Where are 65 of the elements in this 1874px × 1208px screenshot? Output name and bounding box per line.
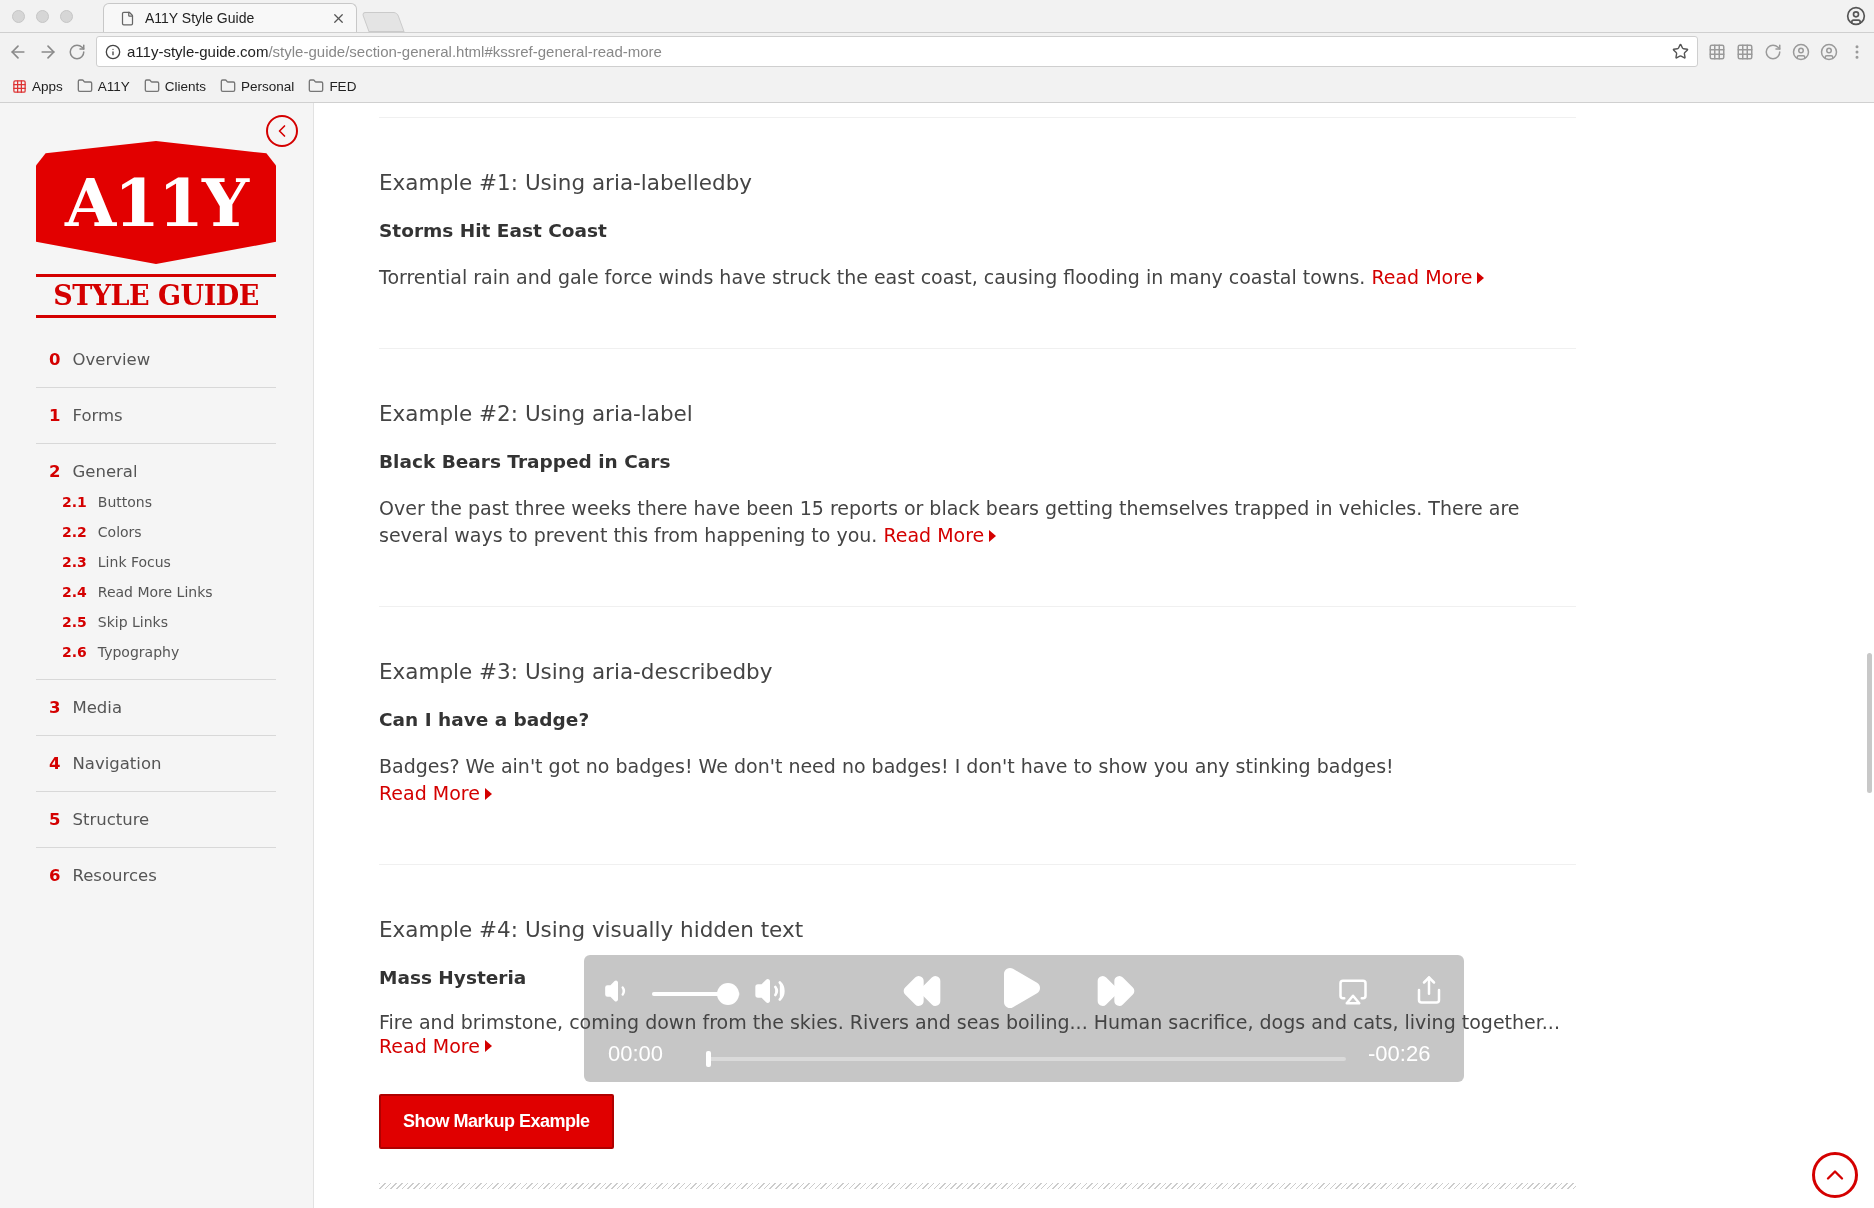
subnav-link[interactable]: 2.4 Read More Links (36, 577, 276, 607)
subnav-link[interactable]: 2.6 Typography (36, 637, 276, 667)
elapsed-time: 00:00 (608, 1040, 664, 1067)
caret-icon (989, 529, 997, 542)
example-heading: Example #2: Using aria-label (379, 399, 694, 428)
caret-icon (484, 787, 492, 800)
scrollbar-thumb[interactable] (1867, 653, 1872, 793)
caret-icon (1477, 271, 1485, 284)
nav-link[interactable]: 6 Resources (36, 860, 276, 891)
article-title: Can I have a badge? (379, 707, 590, 732)
bookmark-link[interactable]: A11Y (76, 78, 130, 94)
read-more-link[interactable]: Read More (1371, 264, 1485, 292)
nav-link[interactable]: 4 Navigation (36, 748, 276, 779)
example-heading: Example #3: Using aria-describedby (379, 657, 774, 686)
reload-icon[interactable] (68, 42, 86, 61)
nav-link[interactable]: 0 Overview (36, 344, 276, 375)
browser-tab[interactable]: A11Y Style Guide (103, 3, 357, 32)
subnav-link[interactable]: 2.1 Buttons (36, 487, 276, 517)
article-title: Storms Hit East Coast (379, 219, 607, 243)
example-heading: Example #1: Using aria-labelledby (379, 169, 754, 197)
info-icon[interactable] (105, 43, 121, 60)
article-text: Torrential rain and gale force winds have struck the east coast, causing flooding in many coastal towns. Read More (379, 264, 1485, 292)
window-minimize-light[interactable] (36, 9, 49, 23)
folder-icon (220, 78, 237, 94)
scroll-to-top-button[interactable] (1812, 1152, 1858, 1198)
new-tab-button[interactable] (361, 12, 405, 32)
show-markup-button[interactable]: Show Markup Example (379, 1094, 614, 1149)
url-text: a11y-style-guide.com/style-guide/section-general.html#kssref-general-read-more (127, 43, 663, 60)
read-more-link[interactable]: Read More (883, 522, 997, 550)
subnav-link[interactable]: 2.2 Colors (36, 517, 276, 547)
bookmark-star-icon[interactable] (1672, 43, 1689, 60)
nav-link[interactable]: 3 Media (36, 692, 276, 723)
apps-grid-icon (12, 78, 27, 94)
page-icon (120, 10, 135, 26)
article-title: Mass Hysteria (379, 965, 527, 990)
logo-badge: A11Y (36, 141, 276, 264)
bookmark-link[interactable]: Personal (220, 78, 295, 94)
bookmark-link[interactable]: Apps (12, 78, 63, 94)
logo-subtitle: STYLE GUIDE (36, 274, 276, 318)
address-bar[interactable]: a11y-style-guide.com/style-guide/section-general.html#kssref-general-read-more (96, 36, 1698, 67)
nav-link[interactable]: 1 Forms (36, 400, 276, 431)
article-text: Badges? We ain't got no badges! We don't need no badges! I don't have to show you any stinking badges! (379, 753, 1394, 779)
subnav-link[interactable]: 2.5 Skip Links (36, 607, 276, 637)
article-text: Fire and brimstone, coming down from the skies. Rivers and seas boiling... Human sacrifice, dogs and cats, living together... (379, 1010, 1560, 1033)
window-close-light[interactable] (12, 9, 25, 23)
example-heading: Example #4: Using visually hidden text (379, 915, 805, 944)
folder-icon (308, 78, 325, 94)
profile-icon[interactable] (1846, 6, 1866, 26)
folder-icon (143, 78, 160, 94)
read-more-link[interactable]: Read More (379, 1032, 492, 1060)
article-text: Over the past three weeks there have been 15 reports or black bears getting themselves trapped in vehicles. There are several ways to prevent this from happening to you. Read More (379, 494, 1576, 550)
volume-slider[interactable] (652, 982, 740, 1005)
nav-link[interactable]: 5 Structure (36, 804, 276, 835)
caret-icon (484, 1040, 492, 1053)
article-title: Black Bears Trapped in Cars (379, 449, 671, 474)
tab-title: A11Y Style Guide (145, 10, 256, 26)
collapse-sidebar-button[interactable] (266, 115, 298, 147)
bookmark-link[interactable]: Clients (143, 78, 207, 94)
nav-link[interactable]: 2 General (36, 456, 276, 487)
bookmark-link[interactable]: FED (308, 78, 357, 94)
remaining-time: -00:26 (1368, 1040, 1431, 1067)
window-zoom-light[interactable] (60, 9, 73, 23)
read-more-link[interactable]: Read More (379, 780, 492, 808)
subnav-link[interactable]: 2.3 Link Focus (36, 547, 276, 577)
folder-icon (76, 78, 93, 94)
